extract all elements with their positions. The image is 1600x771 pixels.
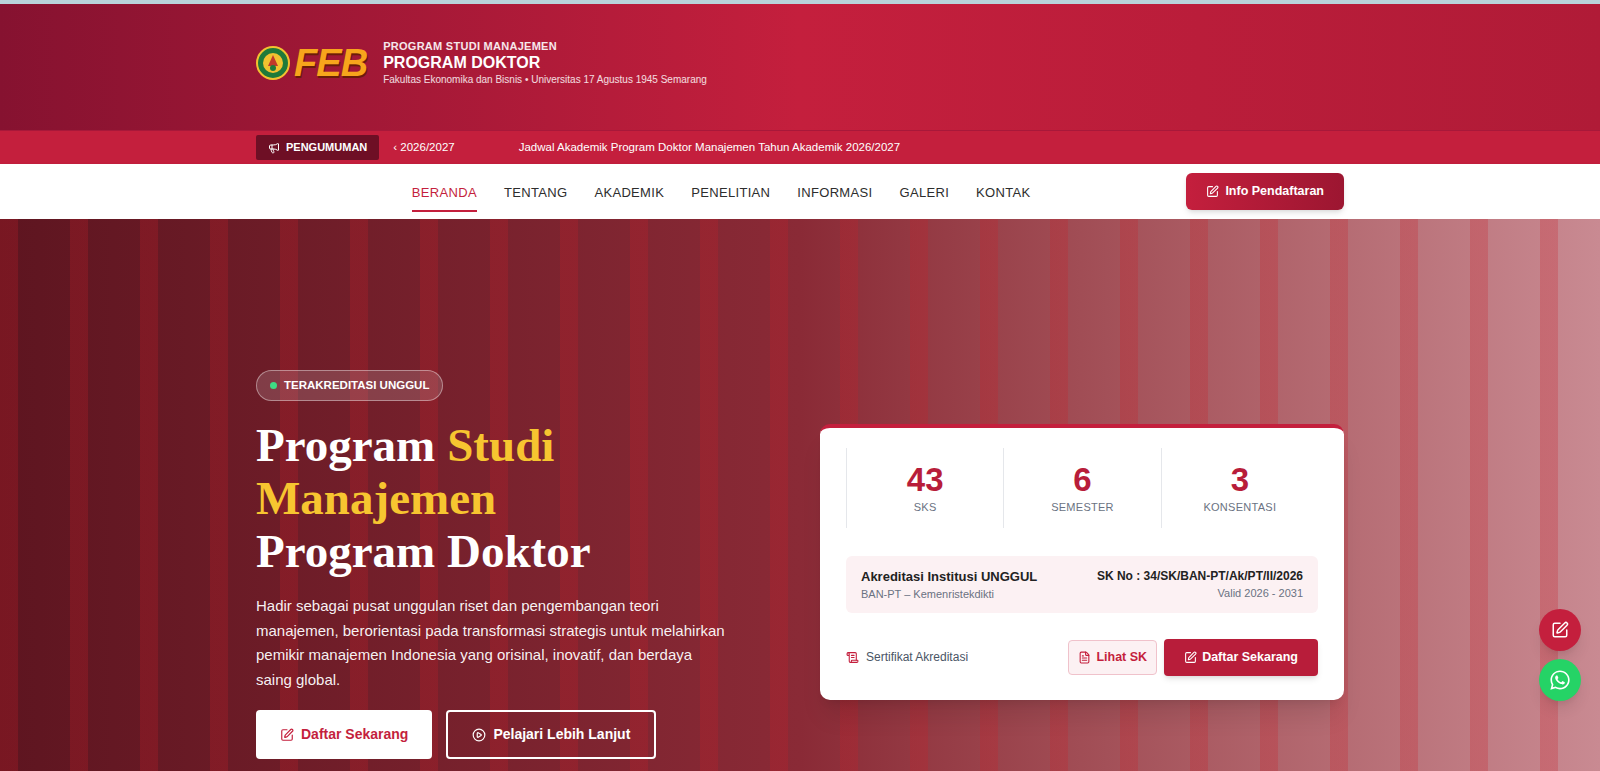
whatsapp-icon: [1549, 669, 1571, 691]
nav-item[interactable]: KONTAK: [976, 171, 1030, 213]
announcement-bar: PENGUMUMAN ‹ 2026/2027 Jadwal Akademik Pro…: [0, 130, 1600, 164]
navbar: BERANDA TENTANG AKADEMIK PENELITIAN INFORMAS…: [0, 164, 1600, 219]
edit-icon: [1206, 185, 1219, 198]
stat-item: 43SKS: [846, 448, 1003, 528]
hero-photo: [0, 219, 1600, 771]
document-icon: [846, 651, 859, 664]
register-button[interactable]: Daftar Sekarang: [256, 710, 432, 759]
announcement-item[interactable]: Jadwal Akademik Program Doktor Manajemen…: [519, 139, 900, 156]
nav-item[interactable]: PENELITIAN: [691, 171, 770, 213]
megaphone-icon: [268, 142, 280, 154]
university-emblem-icon: [256, 46, 290, 80]
play-icon: [472, 728, 486, 742]
nav-item[interactable]: INFORMASI: [797, 171, 872, 213]
announcement-badge: PENGUMUMAN: [256, 135, 379, 160]
edit-icon: [1551, 621, 1569, 639]
announcement-item[interactable]: ‹ 2026/2027: [393, 139, 454, 156]
edit-icon: [280, 728, 294, 742]
hero-heading: ProgramStudiManajemenProgram Doktor: [256, 419, 591, 578]
page: FEB PROGRAM STUDI MANAJEMENPROGRAM DOKTOR…: [0, 0, 1600, 771]
stat-item: 6SEMESTER: [1003, 448, 1160, 528]
card-register-button[interactable]: Daftar Sekarang: [1164, 639, 1318, 676]
hero: TERAKREDITASI UNGGUL ProgramStudiManajeme…: [0, 219, 1600, 771]
certificate-link[interactable]: Sertifikat Akreditasi: [846, 648, 968, 666]
info-card: 43SKS6SEMESTER3KONSENTASI Akreditasi Inst…: [820, 424, 1344, 700]
accreditation-box: Akreditasi Institusi UNGGULBAN-PT – Keme…: [846, 556, 1318, 613]
nav-item[interactable]: TENTANG: [504, 171, 567, 213]
file-icon: [1078, 651, 1091, 664]
learn-more-button[interactable]: Pelajari Lebih Lanjut: [446, 710, 656, 759]
hero-description: Hadir sebagai pusat unggulan riset dan p…: [256, 594, 731, 692]
header: FEB PROGRAM STUDI MANAJEMENPROGRAM DOKTOR…: [0, 4, 1600, 130]
stat-item: 3KONSENTASI: [1161, 448, 1318, 528]
status-dot: [270, 382, 277, 389]
nav-item[interactable]: AKADEMIK: [594, 171, 664, 213]
accreditation-badge: TERAKREDITASI UNGGUL: [256, 370, 443, 401]
logo-text: FEB: [294, 44, 367, 82]
floating-register-button[interactable]: [1539, 609, 1581, 651]
view-sk-button[interactable]: Lihat SK: [1068, 640, 1157, 675]
nav-item[interactable]: BERANDA: [412, 171, 477, 213]
info-pendaftaran-button[interactable]: Info Pendaftaran: [1186, 173, 1344, 210]
nav-item[interactable]: GALERI: [899, 171, 949, 213]
site-title: PROGRAM STUDI MANAJEMENPROGRAM DOKTORFak…: [383, 39, 707, 87]
edit-icon: [1184, 651, 1197, 664]
logo[interactable]: FEB: [256, 44, 367, 82]
whatsapp-button[interactable]: [1539, 659, 1581, 701]
